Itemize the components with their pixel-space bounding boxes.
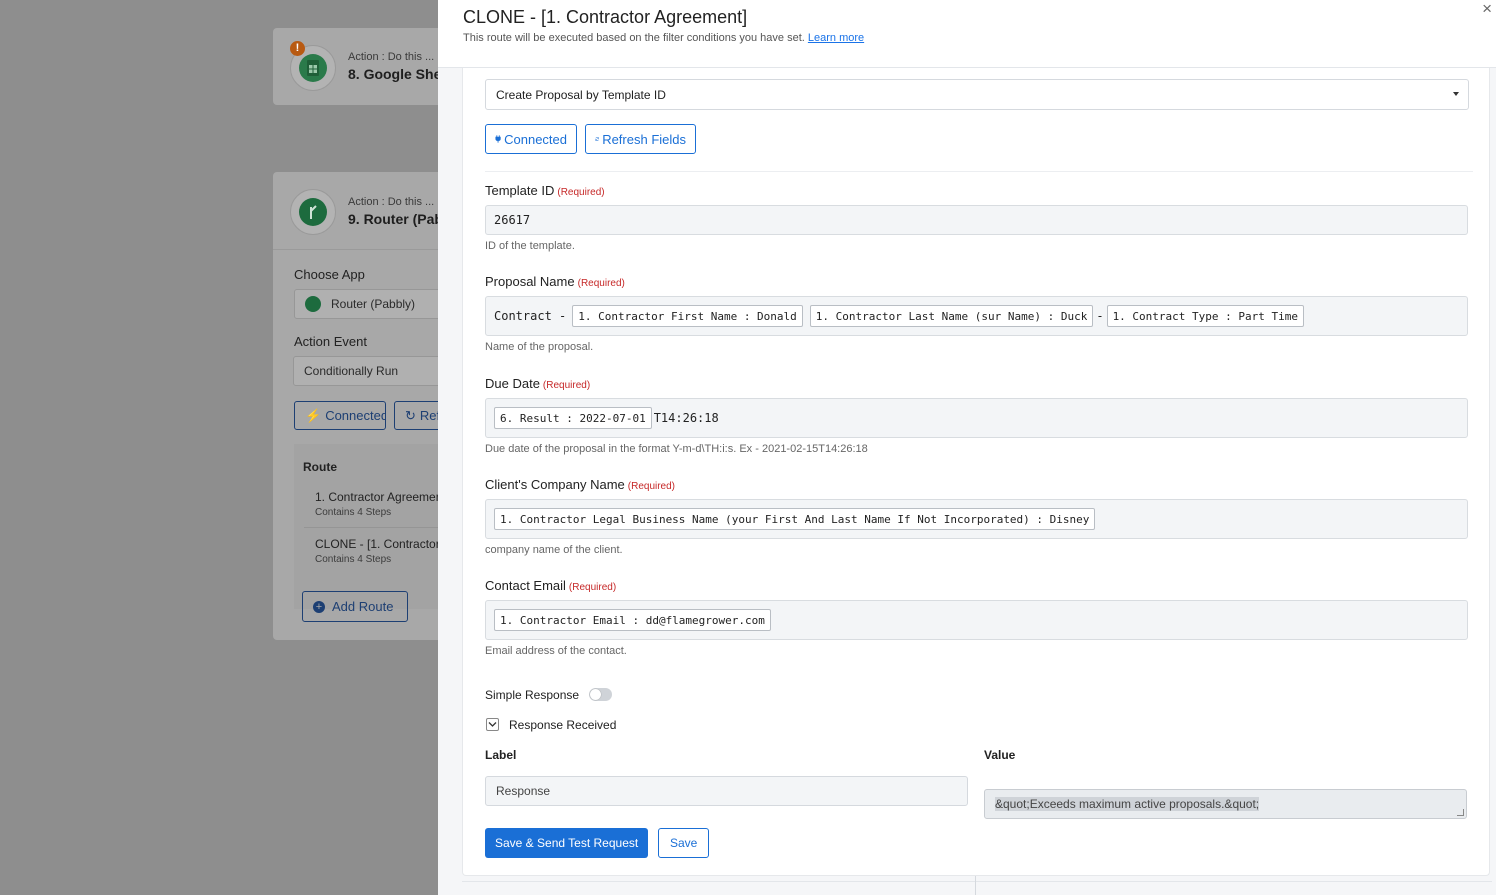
- proposal-prefix: Contract -: [494, 309, 567, 323]
- contact-email-label: Contact Email (Required): [485, 578, 617, 593]
- route-panel: Route 1. Contractor Agreemen Contains 4 …: [294, 444, 453, 609]
- company-name-label: Client's Company Name (Required): [485, 477, 676, 492]
- route-step-modal: CLONE - [1. Contractor Agreement] This r…: [438, 0, 1496, 895]
- choose-app-select[interactable]: Router (Pabbly): [294, 289, 453, 319]
- route-item[interactable]: 1. Contractor Agreemen Contains 4 Steps: [315, 490, 442, 518]
- learn-more-link[interactable]: Learn more: [808, 32, 864, 44]
- response-received-label: Response Received: [509, 718, 617, 732]
- step-subtitle: Action : Do this ...: [348, 51, 435, 63]
- divider: [485, 171, 1473, 172]
- field-token[interactable]: 1. Contractor Last Name (sur Name) : Duc…: [809, 305, 1094, 327]
- field-token[interactable]: 1. Contractor First Name : Donald: [572, 305, 803, 327]
- refresh-icon: ↻: [405, 407, 416, 423]
- plus-circle-icon: +: [313, 600, 325, 613]
- simple-response-label: Simple Response: [485, 688, 580, 702]
- contact-email-help: Email address of the contact.: [485, 645, 627, 657]
- simple-response-toggle[interactable]: [589, 688, 612, 701]
- step-card-google-sheets[interactable]: ! Action : Do this ... 8. Google She: [273, 28, 453, 105]
- due-date-suffix: T14:26:18: [653, 411, 719, 425]
- checkmark-icon: [488, 722, 497, 727]
- refresh-fields-button[interactable]: Refresh Fields: [585, 124, 696, 154]
- due-date-label: Due Date (Required): [485, 376, 591, 391]
- divider: [462, 881, 1492, 882]
- required-tag: (Required): [577, 278, 625, 289]
- field-token[interactable]: 1. Contractor Legal Business Name (your …: [494, 508, 1096, 530]
- resize-handle-icon[interactable]: [1457, 809, 1464, 816]
- proposal-name-input[interactable]: Contract - 1. Contractor First Name : Do…: [485, 296, 1468, 336]
- template-id-help: ID of the template.: [485, 240, 575, 252]
- action-form: Create Proposal by Template ID Connected…: [462, 68, 1490, 876]
- route-item[interactable]: CLONE - [1. Contractor A Contains 4 Step…: [315, 537, 450, 565]
- due-date-input[interactable]: 6. Result : 2022-07-01 T14:26:18: [485, 398, 1468, 438]
- divider: [975, 876, 976, 895]
- field-token[interactable]: 1. Contractor Email : dd@flamegrower.com: [494, 609, 771, 631]
- modal-header: CLONE - [1. Contractor Agreement] This r…: [438, 0, 1496, 68]
- route-heading: Route: [303, 460, 337, 474]
- response-received-checkbox[interactable]: [486, 718, 499, 731]
- connected-button[interactable]: ⚡ Connected: [294, 401, 386, 430]
- save-and-send-test-request-button[interactable]: Save & Send Test Request: [485, 828, 649, 858]
- action-event-select[interactable]: Conditionally Run: [293, 356, 453, 386]
- value-column-header: Value: [984, 748, 1016, 762]
- modal-subtitle: This route will be executed based on the…: [463, 32, 865, 44]
- warning-icon: !: [290, 41, 305, 56]
- field-token[interactable]: 1. Contract Type : Part Time: [1106, 305, 1304, 327]
- template-id-input[interactable]: 26617: [485, 205, 1468, 235]
- company-name-input[interactable]: 1. Contractor Legal Business Name (your …: [485, 499, 1468, 539]
- required-tag: (Required): [557, 187, 605, 198]
- close-icon[interactable]: ×: [1482, 0, 1492, 18]
- proposal-separator: -: [1096, 309, 1104, 323]
- step-title: 8. Google She: [348, 66, 442, 82]
- required-tag: (Required): [568, 582, 617, 593]
- action-event-select[interactable]: Create Proposal by Template ID: [485, 79, 1469, 110]
- required-tag: (Required): [627, 481, 676, 492]
- company-name-help: company name of the client.: [485, 544, 623, 556]
- connected-button[interactable]: Connected: [485, 124, 577, 154]
- router-small-icon: [305, 296, 321, 312]
- proposal-name-label: Proposal Name (Required): [485, 274, 625, 289]
- action-event-label: Action Event: [294, 334, 367, 349]
- response-value-textarea[interactable]: &quot;Exceeds maximum active proposals.&…: [984, 789, 1467, 819]
- response-label-input[interactable]: Response: [485, 776, 968, 806]
- modal-title: CLONE - [1. Contractor Agreement]: [463, 7, 748, 27]
- refresh-icon: [595, 137, 599, 141]
- plug-icon: ⚡: [305, 407, 322, 423]
- field-token[interactable]: 6. Result : 2022-07-01: [494, 407, 652, 429]
- due-date-help: Due date of the proposal in the format Y…: [485, 443, 868, 455]
- step-card-router[interactable]: Action : Do this ... 9. Router (Pab Choo…: [273, 172, 453, 640]
- add-route-button[interactable]: + Add Route: [302, 591, 408, 622]
- step-subtitle: Action : Do this ...: [348, 196, 435, 208]
- router-icon: [290, 189, 336, 235]
- label-column-header: Label: [485, 748, 517, 762]
- proposal-name-help: Name of the proposal.: [485, 341, 594, 353]
- template-id-label: Template ID (Required): [485, 183, 605, 198]
- plug-icon: [495, 135, 501, 143]
- caret-down-icon: [1453, 92, 1459, 96]
- required-tag: (Required): [542, 380, 591, 391]
- contact-email-input[interactable]: 1. Contractor Email : dd@flamegrower.com: [485, 600, 1468, 640]
- choose-app-label: Choose App: [294, 267, 365, 282]
- save-button[interactable]: Save: [658, 828, 710, 858]
- step-title: 9. Router (Pab: [348, 211, 443, 227]
